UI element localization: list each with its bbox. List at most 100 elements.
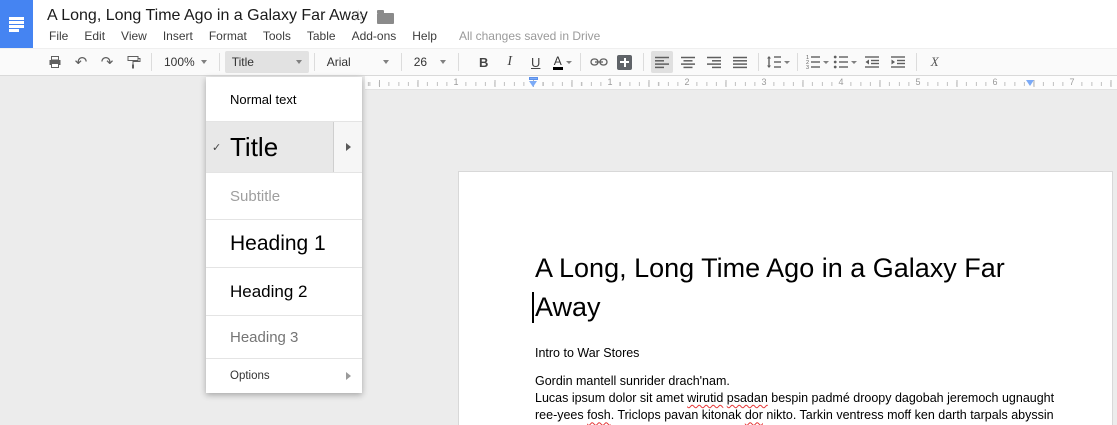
paint-format-button[interactable] xyxy=(122,51,144,73)
align-center-icon xyxy=(681,56,695,69)
align-center-button[interactable] xyxy=(677,51,699,73)
doc-subheading: Intro to War Stores xyxy=(535,346,1095,360)
insert-comment-button[interactable] xyxy=(614,51,636,73)
increase-indent-button[interactable] xyxy=(887,51,909,73)
menu-bar: FileEditViewInsertFormatToolsTableAdd-on… xyxy=(41,27,600,45)
left-indent-marker[interactable] xyxy=(529,76,538,90)
menu-edit[interactable]: Edit xyxy=(76,27,113,45)
link-icon xyxy=(590,56,608,68)
chevron-down-icon xyxy=(296,60,302,64)
chevron-down-icon xyxy=(201,60,207,64)
chevron-down-icon xyxy=(440,60,446,64)
ruler-number: 2 xyxy=(682,77,691,88)
align-right-button[interactable] xyxy=(703,51,725,73)
style-option-heading-1[interactable]: Heading 1 xyxy=(206,220,362,267)
underline-button[interactable]: U xyxy=(525,51,547,73)
chevron-down-icon xyxy=(566,61,572,64)
star-icon[interactable]: ☆ xyxy=(351,6,365,25)
insert-link-button[interactable] xyxy=(588,51,610,73)
line-spacing-button[interactable] xyxy=(766,51,790,73)
ruler-medium-ticks xyxy=(365,80,1117,87)
menu-table[interactable]: Table xyxy=(299,27,344,45)
svg-text:3: 3 xyxy=(806,65,809,69)
doc-body-paragraph: Gordin mantell sunrider drach'nam.Lucas … xyxy=(535,373,1095,425)
chevron-down-icon xyxy=(383,60,389,64)
styles-dropdown-menu: Normal text✓TitleSubtitleHeading 1Headin… xyxy=(206,77,362,393)
google-docs-window: A Long, Long Time Ago in a Galaxy Far Aw… xyxy=(0,0,1117,425)
justify-icon xyxy=(733,56,747,69)
comment-icon xyxy=(617,55,632,70)
first-line-indent-marker[interactable] xyxy=(529,77,538,80)
docs-logo-icon[interactable] xyxy=(0,0,33,48)
menu-format[interactable]: Format xyxy=(201,27,255,45)
checkmark-icon: ✓ xyxy=(212,141,228,154)
document-title[interactable]: A Long, Long Time Ago in a Galaxy Far Aw… xyxy=(47,7,368,25)
decrease-indent-button[interactable] xyxy=(861,51,883,73)
ruler-number: 7 xyxy=(1067,77,1076,88)
save-status: All changes saved in Drive xyxy=(459,29,600,43)
doc-heading-line-1: A Long, Long Time Ago in a Galaxy Far xyxy=(535,249,1095,288)
ruler-number: 3 xyxy=(759,77,768,88)
align-right-icon xyxy=(707,56,721,69)
menu-help[interactable]: Help xyxy=(404,27,445,45)
move-to-folder-icon[interactable] xyxy=(377,13,394,24)
bulleted-list-button[interactable] xyxy=(833,51,857,73)
doc-heading-line-2: Away xyxy=(535,288,1095,327)
chevron-down-icon xyxy=(851,61,857,64)
document-canvas: A Long, Long Time Ago in a Galaxy Far Aw… xyxy=(0,76,1117,425)
menu-add-ons[interactable]: Add-ons xyxy=(344,27,405,45)
bulleted-list-icon xyxy=(833,55,849,69)
text-color-button[interactable]: A xyxy=(551,51,573,73)
menu-view[interactable]: View xyxy=(113,27,155,45)
align-left-icon xyxy=(655,56,669,69)
toolbar: ↶ ↷ 100% Title Arial 26 B I U A xyxy=(0,48,1117,76)
clear-formatting-button[interactable]: X xyxy=(924,51,946,73)
redo-button[interactable]: ↷ xyxy=(96,51,118,73)
text-cursor xyxy=(532,292,534,323)
ruler-number: 1 xyxy=(451,77,460,88)
submenu-arrow-icon xyxy=(346,372,351,380)
body-text-line: ree-yees fosh. Triclops pavan kitonak do… xyxy=(535,407,1095,424)
justify-button[interactable] xyxy=(729,51,751,73)
styles-select[interactable]: Title xyxy=(225,51,309,73)
font-size-select[interactable]: 26 xyxy=(407,51,453,73)
submenu-cell[interactable] xyxy=(333,122,362,172)
chevron-down-icon xyxy=(784,61,790,64)
body-text-line: Gordin mantell sunrider drach'nam. xyxy=(535,373,1095,390)
style-option-heading-3[interactable]: Heading 3 xyxy=(206,316,362,358)
ruler-number: 5 xyxy=(913,77,922,88)
line-spacing-icon xyxy=(766,55,782,69)
menu-insert[interactable]: Insert xyxy=(155,27,201,45)
style-option-subtitle[interactable]: Subtitle xyxy=(206,173,362,219)
decrease-indent-icon xyxy=(864,55,880,69)
top-bar: A Long, Long Time Ago in a Galaxy Far Aw… xyxy=(0,0,1117,48)
menu-tools[interactable]: Tools xyxy=(255,27,299,45)
ruler-number: 4 xyxy=(836,77,845,88)
print-button[interactable] xyxy=(44,51,66,73)
text-color-icon: A xyxy=(552,54,564,71)
chevron-down-icon xyxy=(823,61,829,64)
ruler[interactable]: 1 1 2 3 4 5 6 7 xyxy=(365,76,1117,90)
style-option-normal-text[interactable]: Normal text xyxy=(206,77,362,121)
undo-button[interactable]: ↶ xyxy=(70,51,92,73)
document-page[interactable]: A Long, Long Time Ago in a Galaxy Far Aw… xyxy=(458,171,1113,425)
paint-format-icon xyxy=(125,54,141,70)
align-left-button[interactable] xyxy=(651,51,673,73)
style-option-heading-2[interactable]: Heading 2 xyxy=(206,268,362,315)
right-indent-marker[interactable] xyxy=(1026,80,1034,86)
numbered-list-button[interactable]: 123 xyxy=(805,51,829,73)
ruler-number: 6 xyxy=(990,77,999,88)
zoom-select[interactable]: 100% xyxy=(157,51,214,73)
style-option-title[interactable]: ✓Title xyxy=(206,122,362,172)
ruler-number: 1 xyxy=(605,77,614,88)
submenu-arrow-icon xyxy=(346,143,351,151)
style-option-options[interactable]: Options xyxy=(206,359,362,393)
print-icon xyxy=(47,54,63,70)
numbered-list-icon: 123 xyxy=(805,55,821,69)
menu-file[interactable]: File xyxy=(41,27,76,45)
font-select[interactable]: Arial xyxy=(320,51,396,73)
italic-button[interactable]: I xyxy=(499,51,521,73)
increase-indent-icon xyxy=(890,55,906,69)
body-text-line: Lucas ipsum dolor sit amet wirutid psada… xyxy=(535,390,1095,407)
bold-button[interactable]: B xyxy=(473,51,495,73)
